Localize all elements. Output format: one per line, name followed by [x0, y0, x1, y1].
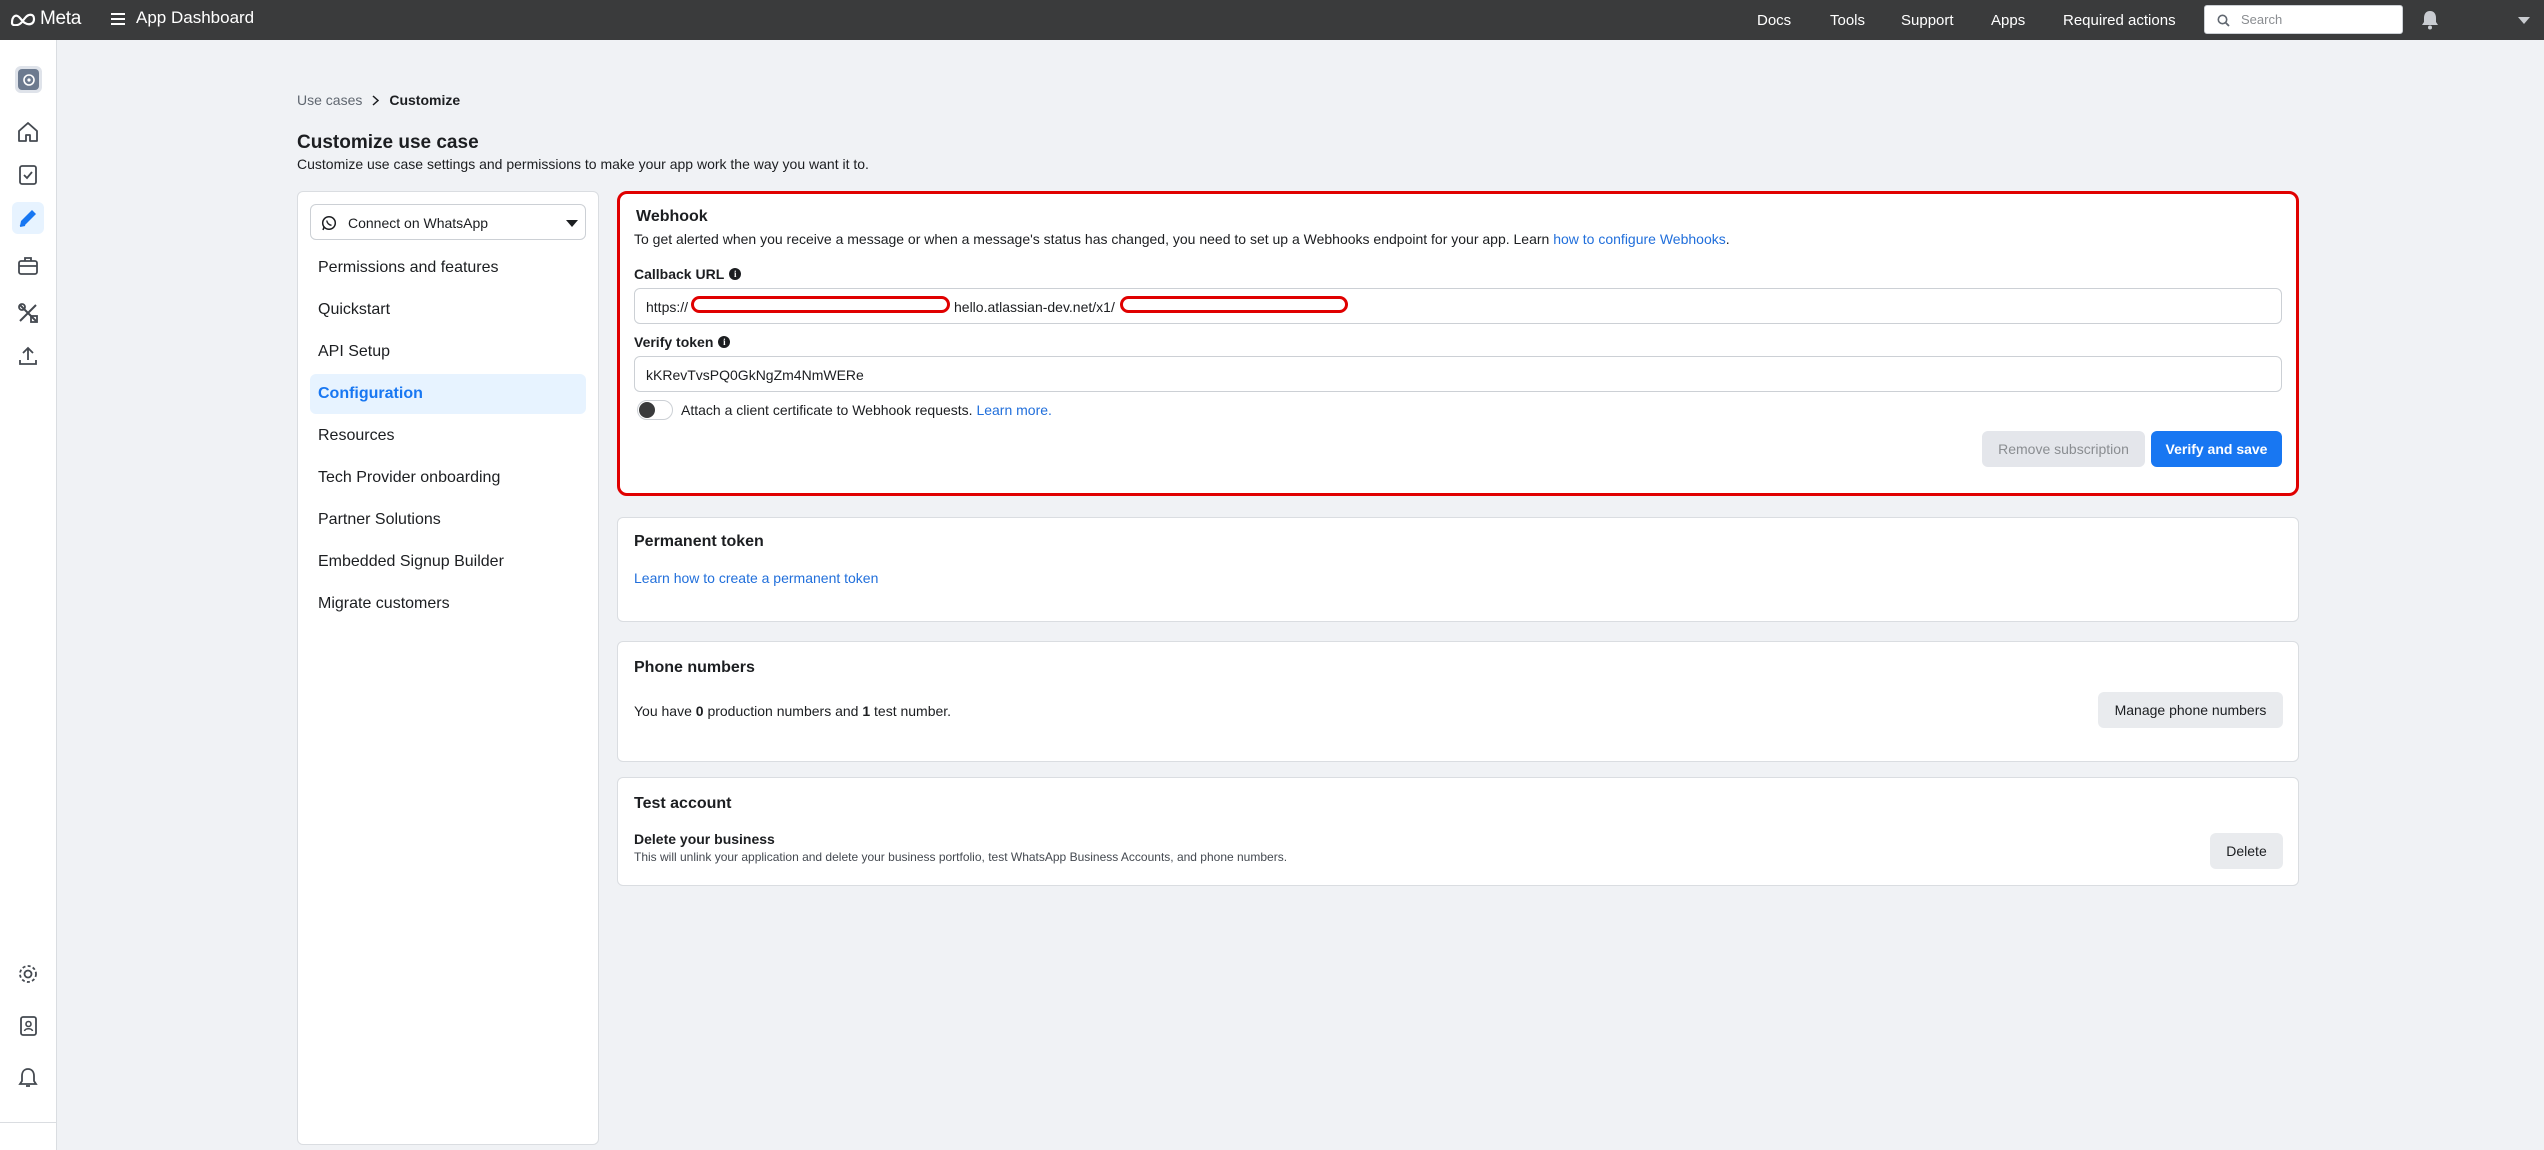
nav-support[interactable]: Support [1901, 12, 1954, 29]
whatsapp-icon [321, 215, 337, 231]
hamburger-menu-icon[interactable] [111, 12, 125, 25]
callback-url-label: Callback URL i [634, 266, 742, 282]
app-dashboard-title[interactable]: App Dashboard [136, 8, 254, 28]
configure-webhooks-link[interactable]: how to configure Webhooks [1553, 231, 1726, 247]
phone-numbers-title: Phone numbers [634, 659, 755, 676]
delete-business-heading: Delete your business [634, 831, 775, 847]
phone-text-2: production numbers and [703, 703, 863, 719]
sidenav-item-embedded-signup[interactable]: Embedded Signup Builder [310, 542, 586, 582]
webhook-description: To get alerted when you receive a messag… [634, 231, 1730, 247]
phone-numbers-card: Phone numbers You have 0 production numb… [617, 641, 2299, 762]
client-certificate-toggle[interactable] [637, 400, 673, 420]
phone-text-1: You have [634, 703, 696, 719]
permanent-token-title: Permanent token [634, 533, 764, 550]
app-icon[interactable] [15, 66, 42, 93]
callback-url-label-text: Callback URL [634, 266, 725, 282]
account-dropdown-caret-icon[interactable] [2518, 17, 2530, 24]
learn-more-link[interactable]: Learn more. [976, 402, 1051, 418]
page-subtitle: Customize use case settings and permissi… [297, 156, 869, 172]
pencil-icon[interactable] [12, 202, 44, 234]
upload-icon[interactable] [12, 340, 44, 372]
tools-icon[interactable] [12, 297, 44, 329]
phone-text-3: test number. [870, 703, 952, 719]
search-box[interactable] [2204, 5, 2403, 34]
client-certificate-text: Attach a client certificate to Webhook r… [681, 402, 973, 418]
test-account-title: Test account [634, 795, 732, 812]
nav-tools[interactable]: Tools [1830, 12, 1865, 29]
webhook-title: Webhook [636, 208, 708, 225]
verify-token-field[interactable]: kKRevTvsPQ0GkNgZm4NmWERe [634, 356, 2282, 392]
toggle-knob [639, 402, 655, 418]
contacts-icon[interactable] [12, 1010, 44, 1042]
caret-down-icon [566, 220, 578, 227]
left-rail [0, 40, 57, 1150]
meta-infinity-icon [10, 13, 36, 26]
checklist-icon[interactable] [12, 159, 44, 191]
page-title: Customize use case [297, 132, 479, 153]
settings-icon[interactable] [12, 958, 44, 990]
verify-token-label: Verify token i [634, 334, 731, 350]
webhook-description-end: . [1725, 231, 1730, 247]
nav-apps[interactable]: Apps [1991, 12, 2025, 29]
rail-divider [0, 1122, 57, 1123]
sidenav-item-configuration[interactable]: Configuration [310, 374, 586, 414]
sidenav-item-migrate-customers[interactable]: Migrate customers [310, 584, 586, 624]
verify-token-value: kKRevTvsPQ0GkNgZm4NmWERe [646, 367, 864, 383]
client-certificate-label: Attach a client certificate to Webhook r… [681, 402, 1052, 418]
briefcase-icon[interactable] [12, 250, 44, 282]
permanent-token-card: Permanent token Learn how to create a pe… [617, 517, 2299, 622]
phone-numbers-summary: You have 0 production numbers and 1 test… [634, 703, 951, 719]
permanent-token-link[interactable]: Learn how to create a permanent token [634, 570, 878, 586]
use-case-select[interactable]: Connect on WhatsApp [310, 204, 586, 240]
meta-logo[interactable]: Meta [9, 8, 81, 30]
nav-required-actions[interactable]: Required actions [2063, 12, 2176, 29]
webhook-description-text: To get alerted when you receive a messag… [634, 231, 1554, 247]
home-icon[interactable] [12, 116, 44, 148]
remove-subscription-button[interactable]: Remove subscription [1982, 431, 2145, 467]
meta-logo-text: Meta [40, 8, 82, 29]
sidenav-item-api-setup[interactable]: API Setup [310, 332, 586, 372]
top-bar: Meta App Dashboard Docs Tools Support Ap… [0, 0, 2544, 40]
bell-icon[interactable] [12, 1062, 44, 1094]
sidenav-item-partner-solutions[interactable]: Partner Solutions [310, 500, 586, 540]
search-input[interactable] [2241, 10, 2391, 29]
redaction-mark [691, 296, 950, 313]
test-count: 1 [862, 703, 871, 719]
verify-token-label-text: Verify token [634, 334, 714, 350]
chevron-right-icon [372, 94, 380, 106]
breadcrumb-customize: Customize [389, 92, 461, 108]
notifications-bell-icon[interactable] [2421, 10, 2439, 30]
callback-url-prefix: https:// [646, 299, 689, 315]
manage-phone-numbers-button[interactable]: Manage phone numbers [2098, 692, 2283, 728]
webhook-card: Webhook To get alerted when you receive … [617, 191, 2299, 496]
production-count: 0 [695, 703, 704, 719]
breadcrumb: Use cases Customize [297, 92, 460, 108]
nav-docs[interactable]: Docs [1757, 12, 1791, 29]
use-case-select-value: Connect on WhatsApp [348, 215, 489, 231]
breadcrumb-use-cases[interactable]: Use cases [297, 92, 362, 108]
sidenav-item-resources[interactable]: Resources [310, 416, 586, 456]
test-account-card: Test account Delete your business This w… [617, 777, 2299, 886]
redaction-mark [1120, 296, 1348, 313]
use-case-sidenav: Connect on WhatsApp Permissions and feat… [297, 191, 599, 1145]
info-icon[interactable]: i [729, 268, 742, 280]
sidenav-item-quickstart[interactable]: Quickstart [310, 290, 586, 330]
callback-url-field[interactable]: https:// hello.atlassian-dev.net/x1/ [634, 288, 2282, 324]
callback-url-host: hello.atlassian-dev.net/x1/ [954, 299, 1115, 315]
sidenav-item-tech-provider[interactable]: Tech Provider onboarding [310, 458, 586, 498]
sidenav-item-permissions[interactable]: Permissions and features [310, 248, 586, 288]
search-icon [2217, 14, 2230, 27]
delete-button[interactable]: Delete [2210, 833, 2283, 869]
verify-and-save-button[interactable]: Verify and save [2151, 431, 2282, 467]
delete-business-description: This will unlink your application and de… [634, 850, 1288, 864]
info-icon[interactable]: i [718, 336, 731, 348]
